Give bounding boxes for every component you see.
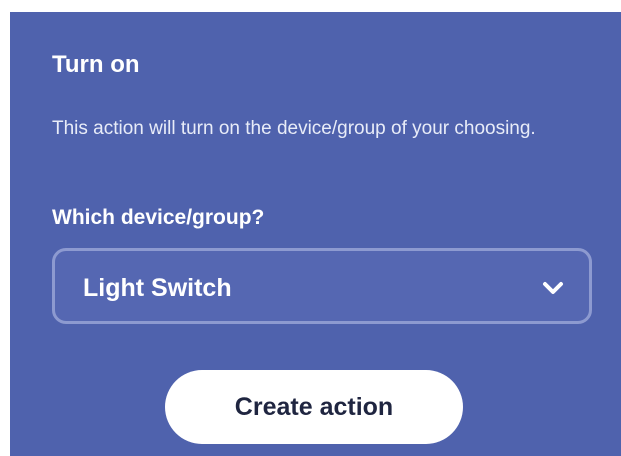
device-group-select[interactable]: Light Switch xyxy=(52,248,592,324)
chevron-down-icon xyxy=(541,276,565,300)
action-panel: Turn on This action will turn on the dev… xyxy=(10,12,621,456)
panel-description: This action will turn on the device/grou… xyxy=(52,118,536,139)
create-action-button[interactable]: Create action xyxy=(165,370,463,444)
selected-device-value: Light Switch xyxy=(83,274,232,302)
panel-title: Turn on xyxy=(52,51,140,78)
device-group-label: Which device/group? xyxy=(52,206,265,229)
